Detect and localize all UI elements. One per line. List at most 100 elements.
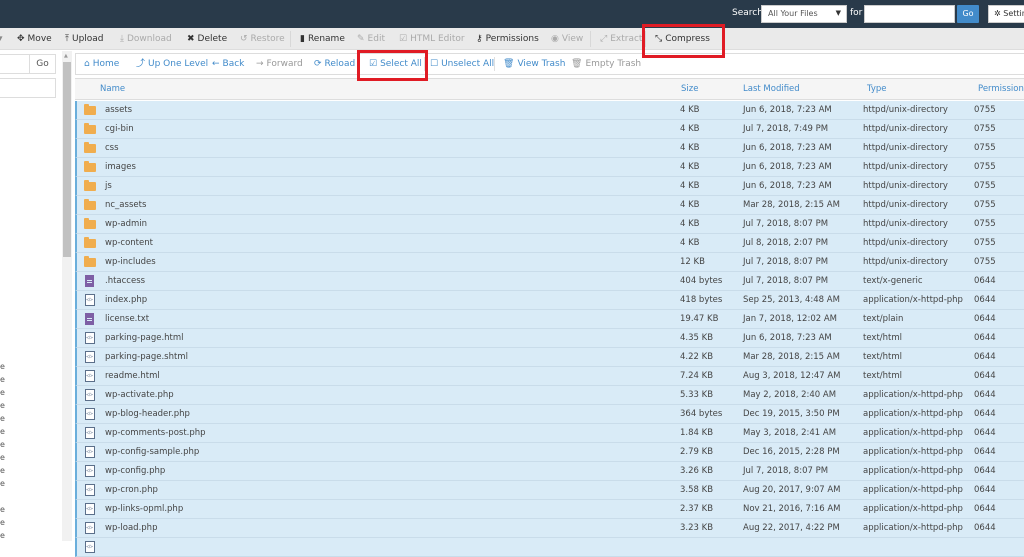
column-header-type[interactable]: Type xyxy=(867,79,887,100)
file-name: js xyxy=(105,181,112,191)
toolbar-compress-button[interactable]: ⤡ Compress xyxy=(655,28,710,50)
tree-item-fragment[interactable]: e xyxy=(0,388,5,397)
file-size: 4.22 KB xyxy=(680,352,714,362)
toolbar-edit-button[interactable]: ✎ Edit xyxy=(357,28,385,50)
file-name: wp-comments-post.php xyxy=(105,428,206,438)
file-row[interactable]: wp-content 4 KB Jul 8, 2018, 2:07 PM httpd/… xyxy=(75,234,1024,253)
file-row[interactable]: parking-page.shtml 4.22 KB Mar 28, 2018, 2… xyxy=(75,348,1024,367)
file-row[interactable]: wp-config.php 3.26 KB Jul 7, 2018, 8:07 PM… xyxy=(75,462,1024,481)
file-row[interactable]: wp-links-opml.php 2.37 KB Nov 21, 2016, 7:… xyxy=(75,500,1024,519)
tree-item-fragment[interactable]: e xyxy=(0,531,5,540)
file-row[interactable]: nc_assets 4 KB Mar 28, 2018, 2:15 AM httpd/… xyxy=(75,196,1024,215)
file-size: 418 bytes xyxy=(680,295,723,305)
column-header-last-modified[interactable]: Last Modified xyxy=(743,79,800,100)
file-row[interactable]: .htaccess 404 bytes Jul 7, 2018, 8:07 PM te… xyxy=(75,272,1024,291)
file-size: 2.37 KB xyxy=(680,504,714,514)
file-last-modified: Dec 16, 2015, 2:28 PM xyxy=(743,447,840,457)
file-type: httpd/unix-directory xyxy=(863,162,948,172)
toolbar-move-button[interactable]: ✥ Move xyxy=(17,28,52,50)
search-go-button[interactable]: Go xyxy=(957,5,979,23)
nav-forward-button[interactable]: → Forward xyxy=(256,54,303,74)
file-row[interactable]: parking-page.html 4.35 KB Jun 6, 2018, 7:2… xyxy=(75,329,1024,348)
toolbar-download-button[interactable]: ⤓ Download xyxy=(120,28,172,50)
file-row[interactable]: assets 4 KB Jun 6, 2018, 7:23 AM httpd/unix… xyxy=(75,101,1024,120)
file-last-modified: Jul 7, 2018, 8:07 PM xyxy=(743,219,829,229)
file-size: 4 KB xyxy=(680,105,700,115)
nav-back-button[interactable]: ← Back xyxy=(212,54,244,74)
nav-select-all-button[interactable]: ☑ Select All xyxy=(369,54,422,74)
scrollbar-thumb[interactable] xyxy=(63,62,71,257)
tree-filter-box[interactable] xyxy=(0,78,56,98)
html-editor-icon: ☑ xyxy=(399,34,408,44)
nav-up-one-level-button[interactable]: ⤴ Up One Level xyxy=(136,54,208,74)
file-row[interactable]: js 4 KB Jun 6, 2018, 7:23 AM httpd/unix-dir… xyxy=(75,177,1024,196)
tree-item-fragment[interactable]: e xyxy=(0,401,5,410)
nav-unselect-all-button[interactable]: ☐ Unselect All xyxy=(430,54,494,74)
search-scope-select[interactable]: All Your Files ▼ xyxy=(761,5,847,23)
tree-scrollbar[interactable]: ▲ xyxy=(62,51,72,541)
file-size: 4 KB xyxy=(680,181,700,191)
dropdown-caret-icon: ▼ xyxy=(835,9,841,17)
search-input[interactable] xyxy=(864,5,955,23)
file-row[interactable]: wp-admin 4 KB Jul 7, 2018, 8:07 PM httpd/un… xyxy=(75,215,1024,234)
tree-item-fragment[interactable]: e xyxy=(0,518,5,527)
file-row[interactable]: wp-comments-post.php 1.84 KB May 3, 2018, … xyxy=(75,424,1024,443)
column-header-size[interactable]: Size xyxy=(681,79,698,100)
file-row[interactable]: wp-includes 12 KB Jul 7, 2018, 8:07 PM http… xyxy=(75,253,1024,272)
tree-item-fragment[interactable]: e xyxy=(0,453,5,462)
file-last-modified: Jul 7, 2018, 8:07 PM xyxy=(743,257,829,267)
file-row[interactable]: index.php 418 bytes Sep 25, 2013, 4:48 AM a… xyxy=(75,291,1024,310)
file-size: 1.84 KB xyxy=(680,428,714,438)
column-header-name[interactable]: Name xyxy=(100,79,125,100)
toolbar-rename-button[interactable]: ▮ Rename xyxy=(300,28,345,50)
tree-item-fragment[interactable]: e xyxy=(0,427,5,436)
file-row[interactable]: cgi-bin 4 KB Jul 7, 2018, 7:49 PM httpd/uni… xyxy=(75,120,1024,139)
toolbar-permissions-button[interactable]: ⚷ Permissions xyxy=(476,28,539,50)
file-row[interactable]: css 4 KB Jun 6, 2018, 7:23 AM httpd/unix-di… xyxy=(75,139,1024,158)
settings-button[interactable]: ✲ Settings xyxy=(988,5,1024,23)
tree-item-fragment[interactable]: e xyxy=(0,440,5,449)
tree-item-fragment[interactable]: e xyxy=(0,466,5,475)
file-row[interactable]: wp-cron.php 3.58 KB Aug 20, 2017, 9:07 AM a… xyxy=(75,481,1024,500)
file-row[interactable]: readme.html 7.24 KB Aug 3, 2018, 12:47 AM t… xyxy=(75,367,1024,386)
file-name: wp-config.php xyxy=(105,466,166,476)
scroll-up-arrow-icon[interactable]: ▲ xyxy=(64,53,68,59)
code-file-icon xyxy=(85,541,95,553)
file-type: application/x-httpd-php xyxy=(863,466,963,476)
file-type: httpd/unix-directory xyxy=(863,143,948,153)
toolbar-restore-button[interactable]: ↺ Restore xyxy=(240,28,285,50)
tree-item-fragment[interactable]: e xyxy=(0,414,5,423)
file-row[interactable]: wp-activate.php 5.33 KB May 2, 2018, 2:40 … xyxy=(75,386,1024,405)
nav-view-trash-button[interactable]: 🗑 View Trash xyxy=(503,54,565,74)
code-file-icon xyxy=(85,332,95,344)
checkbox-checked-icon: ☑ xyxy=(369,59,378,69)
file-permissions: 0644 xyxy=(974,314,996,324)
file-permissions: 0755 xyxy=(974,181,996,191)
file-row[interactable]: license.txt 19.47 KB Jan 7, 2018, 12:02 AM… xyxy=(75,310,1024,329)
file-size: 4 KB xyxy=(680,124,700,134)
nav-empty-trash-button[interactable]: 🗑 Empty Trash xyxy=(571,54,641,74)
file-row[interactable]: wp-config-sample.php 2.79 KB Dec 16, 2015,… xyxy=(75,443,1024,462)
toolbar-extract-button[interactable]: ⤢ Extract xyxy=(600,28,642,50)
tree-item-fragment[interactable]: e xyxy=(0,362,5,371)
file-name: cgi-bin xyxy=(105,124,134,134)
file-last-modified: Jul 8, 2018, 2:07 PM xyxy=(743,238,829,248)
search-label: Search xyxy=(732,8,763,18)
nav-home-button[interactable]: ⌂ Home xyxy=(84,54,119,74)
toolbar-html-editor-button[interactable]: ☑ HTML Editor xyxy=(399,28,465,50)
file-row[interactable]: wp-blog-header.php 364 bytes Dec 19, 2015,… xyxy=(75,405,1024,424)
file-row[interactable]: images 4 KB Jun 6, 2018, 7:23 AM httpd/unix… xyxy=(75,158,1024,177)
path-input[interactable] xyxy=(0,54,30,74)
column-header-permissions[interactable]: Permissions xyxy=(978,79,1024,100)
tree-item-fragment[interactable]: e xyxy=(0,505,5,514)
file-row[interactable]: wp-load.php 3.23 KB Aug 22, 2017, 4:22 PM a… xyxy=(75,519,1024,538)
tree-item-fragment[interactable]: e xyxy=(0,479,5,488)
toolbar-view-button[interactable]: ◉ View xyxy=(551,28,583,50)
toolbar-delete-button[interactable]: ✖ Delete xyxy=(187,28,227,50)
file-type: httpd/unix-directory xyxy=(863,124,948,134)
file-size: 3.23 KB xyxy=(680,523,714,533)
path-go-button[interactable]: Go xyxy=(29,54,56,74)
tree-item-fragment[interactable]: e xyxy=(0,375,5,384)
nav-reload-button[interactable]: ⟳ Reload xyxy=(314,54,355,74)
toolbar-upload-button[interactable]: ⤒ Upload xyxy=(65,28,104,50)
